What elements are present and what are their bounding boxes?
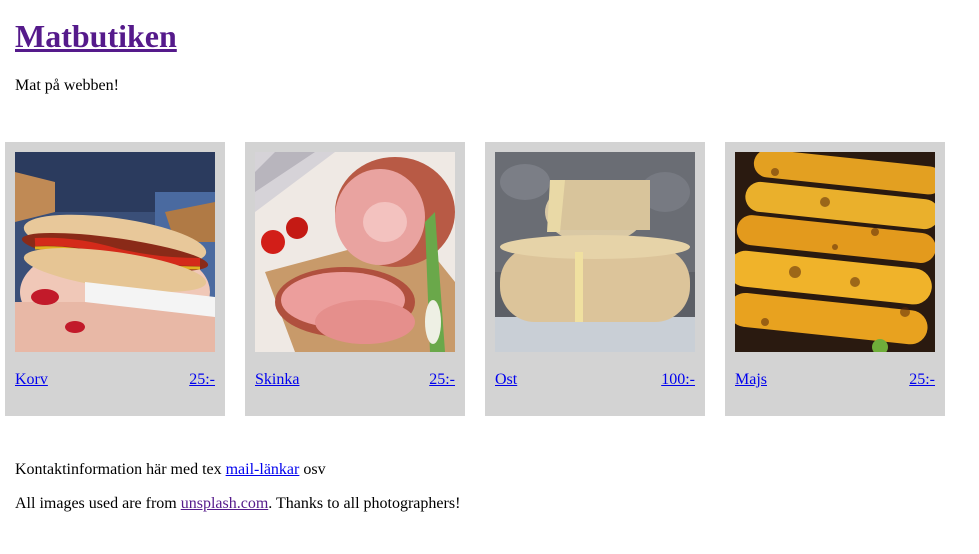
product-grid: Korv 25:- Skinka 25:- Ost 100:- Majs 25:… [5, 142, 945, 416]
product-price-link[interactable]: 25:- [189, 370, 215, 390]
product-card-ost: Ost 100:- [485, 142, 705, 416]
product-card-skinka: Skinka 25:- [245, 142, 465, 416]
product-info-skinka: Skinka 25:- [255, 370, 455, 390]
corn-photo [735, 152, 935, 352]
contact-text-after: osv [299, 461, 326, 478]
product-name-link[interactable]: Ost [495, 370, 517, 390]
product-price-link[interactable]: 25:- [429, 370, 455, 390]
tagline: Mat på webben! [15, 77, 119, 94]
product-name-link[interactable]: Korv [15, 370, 48, 390]
cheese-photo [495, 152, 695, 352]
unsplash-link[interactable]: unsplash.com [181, 495, 269, 512]
product-card-majs: Majs 25:- [725, 142, 945, 416]
ham-photo [255, 152, 455, 352]
product-info-ost: Ost 100:- [495, 370, 695, 390]
credits-text-before: All images used are from [15, 495, 181, 512]
product-name-link[interactable]: Skinka [255, 370, 299, 390]
contact-info: Kontaktinformation här med tex mail-länk… [15, 460, 326, 480]
product-info-korv: Korv 25:- [15, 370, 215, 390]
hotdog-photo [15, 152, 215, 352]
site-title: Matbutiken [15, 14, 177, 58]
product-name-link[interactable]: Majs [735, 370, 767, 390]
site-title-link[interactable]: Matbutiken [15, 18, 177, 54]
mail-link[interactable]: mail-länkar [226, 461, 300, 478]
product-price-link[interactable]: 25:- [909, 370, 935, 390]
image-credits: All images used are from unsplash.com. T… [15, 494, 460, 514]
product-price-link[interactable]: 100:- [661, 370, 695, 390]
product-card-korv: Korv 25:- [5, 142, 225, 416]
contact-text-before: Kontaktinformation här med tex [15, 461, 226, 478]
credits-text-after: . Thanks to all photographers! [268, 495, 461, 512]
product-info-majs: Majs 25:- [735, 370, 935, 390]
